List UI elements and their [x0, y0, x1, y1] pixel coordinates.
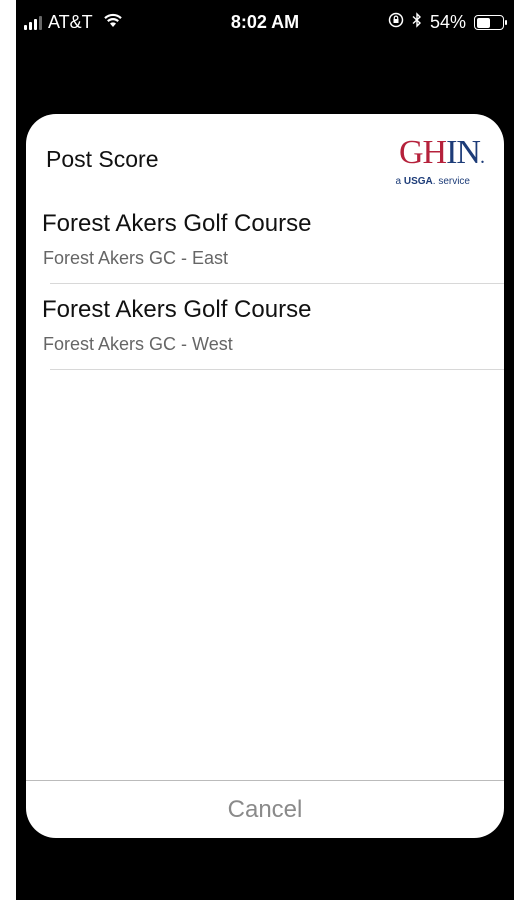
- course-item-east[interactable]: Forest Akers Golf Course Forest Akers GC…: [26, 198, 504, 284]
- battery-percent: 54%: [429, 12, 466, 32]
- course-subtitle: Forest Akers GC - West: [43, 334, 233, 354]
- phone-screen: AT&T 8:02 AM 54% Post Score GHIN. a USGA…: [16, 0, 514, 900]
- orientation-lock-icon: [388, 12, 404, 33]
- status-right: 54%: [388, 12, 507, 33]
- course-subtitle: Forest Akers GC - East: [43, 248, 229, 268]
- cancel-label: Cancel: [227, 795, 303, 823]
- course-list: Forest Akers Golf Course Forest Akers GC…: [26, 198, 504, 370]
- cancel-button[interactable]: Cancel: [26, 780, 504, 838]
- sheet-header: Post Score GHIN. a USGA. service: [26, 114, 504, 198]
- course-name: Forest Akers Golf Course: [42, 296, 312, 323]
- status-bar: AT&T 8:02 AM 54%: [16, 0, 514, 46]
- course-name: Forest Akers Golf Course: [42, 210, 312, 237]
- battery-icon: [474, 15, 507, 30]
- bluetooth-icon: [412, 12, 422, 33]
- course-item-west[interactable]: Forest Akers Golf Course Forest Akers GC…: [26, 284, 504, 370]
- battery-level: [476, 17, 490, 28]
- ghin-logo: GHIN. a USGA. service: [395, 134, 485, 188]
- sheet-title: Post Score: [46, 146, 159, 172]
- post-score-sheet: Post Score GHIN. a USGA. service Forest …: [26, 114, 504, 838]
